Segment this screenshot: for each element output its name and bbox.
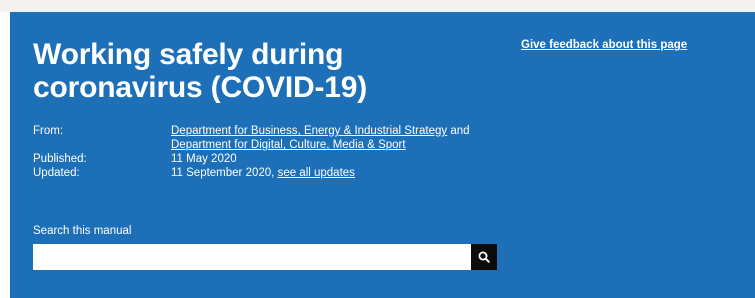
from-value: Department for Business, Energy & Indust…	[171, 124, 511, 152]
search-form	[33, 244, 497, 270]
updated-row: Updated: 11 September 2020, see all upda…	[33, 166, 511, 180]
org-link-beis[interactable]: Department for Business, Energy & Indust…	[171, 125, 447, 137]
and-text: and	[447, 125, 470, 137]
org-link-dcms[interactable]: Department for Digital, Culture, Media &…	[171, 139, 406, 151]
published-value: 11 May 2020	[171, 153, 237, 165]
updated-value-container: 11 September 2020, see all updates	[171, 166, 511, 180]
search-label: Search this manual	[33, 225, 132, 237]
published-row: Published: 11 May 2020	[33, 152, 511, 166]
updated-label: Updated:	[33, 167, 80, 179]
see-all-updates-link[interactable]: see all updates	[278, 167, 355, 179]
page-title: Working safely during coronavirus (COVID…	[33, 38, 368, 104]
search-button[interactable]	[471, 244, 497, 270]
manual-header-banner: Working safely during coronavirus (COVID…	[10, 12, 755, 298]
updated-value: 11 September 2020,	[171, 167, 278, 179]
give-feedback-link[interactable]: Give feedback about this page	[521, 39, 687, 51]
top-strip	[0, 0, 755, 12]
published-label: Published:	[33, 153, 87, 165]
search-input[interactable]	[33, 244, 471, 270]
from-label: From:	[33, 125, 64, 137]
search-icon	[478, 251, 490, 263]
from-row: From: Department for Business, Energy & …	[33, 124, 511, 152]
page: Working safely during coronavirus (COVID…	[0, 0, 755, 298]
publication-metadata: From: Department for Business, Energy & …	[33, 124, 511, 180]
